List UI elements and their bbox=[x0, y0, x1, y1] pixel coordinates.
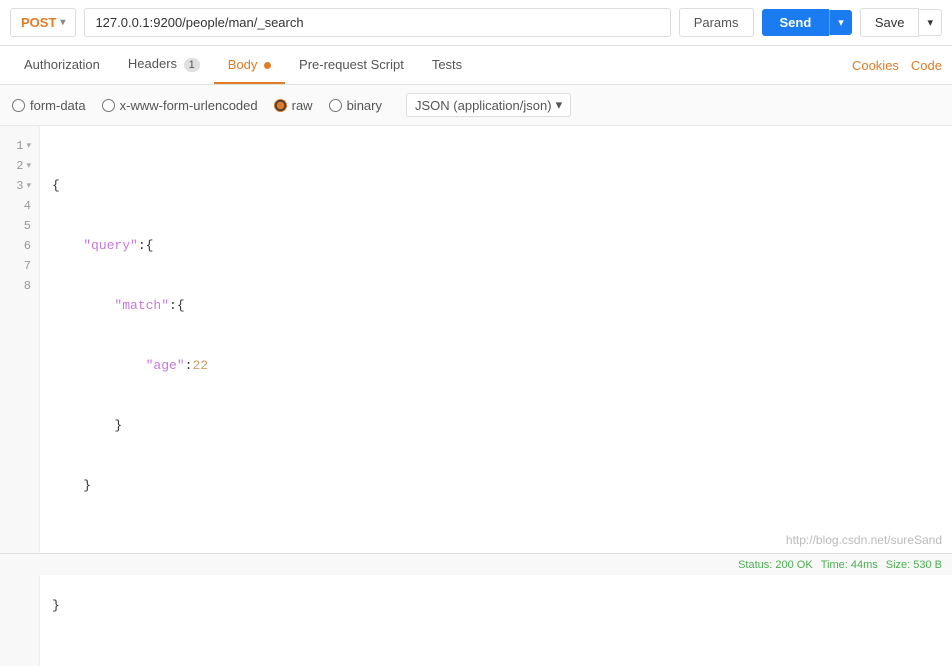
fold-arrow-1[interactable]: ▾ bbox=[26, 141, 31, 151]
headers-badge: 1 bbox=[184, 58, 200, 72]
tab-tests-label: Tests bbox=[432, 57, 462, 72]
raw-radio[interactable] bbox=[274, 99, 287, 112]
tab-authorization-label: Authorization bbox=[24, 57, 100, 72]
code-line-6: } bbox=[52, 476, 940, 496]
code-line-2: "query":{ bbox=[52, 236, 940, 256]
status-size: Size: 530 B bbox=[886, 559, 942, 571]
urlencoded-label: x-www-form-urlencoded bbox=[120, 98, 258, 113]
send-dropdown-button[interactable]: ▾ bbox=[829, 10, 852, 35]
tab-headers[interactable]: Headers 1 bbox=[114, 46, 214, 84]
tab-headers-label: Headers bbox=[128, 56, 177, 71]
method-chevron-icon: ▾ bbox=[60, 17, 65, 28]
line-num-5: 5 bbox=[0, 216, 39, 236]
binary-radio[interactable] bbox=[329, 99, 342, 112]
line-num-6: 6 bbox=[0, 236, 39, 256]
line-num-1: 1 ▾ bbox=[0, 136, 39, 156]
tab-prerequest[interactable]: Pre-request Script bbox=[285, 47, 418, 84]
line-num-2: 2 ▾ bbox=[0, 156, 39, 176]
params-button[interactable]: Params bbox=[679, 8, 754, 37]
status-bar: Status: 200 OK Time: 44ms Size: 530 B bbox=[0, 553, 952, 575]
code-line-5: } bbox=[52, 416, 940, 436]
status-right: Status: 200 OK Time: 44ms Size: 530 B bbox=[738, 559, 942, 571]
form-data-option[interactable]: form-data bbox=[12, 98, 86, 113]
cookies-link[interactable]: Cookies bbox=[852, 58, 899, 73]
raw-label: raw bbox=[292, 98, 313, 113]
line-numbers: 1 ▾ 2 ▾ 3 ▾ 4 5 6 7 8 bbox=[0, 126, 40, 666]
save-dropdown-button[interactable]: ▾ bbox=[919, 9, 942, 36]
line-num-7: 7 bbox=[0, 256, 39, 276]
tabs-right: Cookies Code bbox=[852, 58, 942, 73]
code-content[interactable]: { "query":{ "match":{ "age":22 } } } bbox=[40, 126, 952, 666]
method-label: POST bbox=[21, 15, 56, 30]
watermark: http://blog.csdn.net/sureSand bbox=[786, 533, 942, 547]
send-group: Send ▾ bbox=[762, 9, 852, 36]
save-button[interactable]: Save bbox=[860, 8, 920, 37]
line-num-8: 8 bbox=[0, 276, 39, 296]
form-data-radio[interactable] bbox=[12, 99, 25, 112]
tab-tests[interactable]: Tests bbox=[418, 47, 476, 84]
tab-authorization[interactable]: Authorization bbox=[10, 47, 114, 84]
form-data-label: form-data bbox=[30, 98, 86, 113]
fold-arrow-2[interactable]: ▾ bbox=[26, 161, 31, 171]
code-line-8: } bbox=[52, 596, 940, 616]
code-line-4: "age":22 bbox=[52, 356, 940, 376]
code-line-3: "match":{ bbox=[52, 296, 940, 316]
binary-option[interactable]: binary bbox=[329, 98, 382, 113]
binary-label: binary bbox=[347, 98, 382, 113]
send-button[interactable]: Send bbox=[762, 9, 830, 36]
body-options: form-data x-www-form-urlencoded raw bina… bbox=[0, 85, 952, 126]
status-ok: Status: 200 OK bbox=[738, 559, 813, 571]
tab-body-label: Body bbox=[228, 57, 258, 72]
tab-prerequest-label: Pre-request Script bbox=[299, 57, 404, 72]
save-group: Save ▾ bbox=[860, 8, 942, 37]
urlencoded-radio[interactable] bbox=[102, 99, 115, 112]
editor-area: 1 ▾ 2 ▾ 3 ▾ 4 5 6 7 8 { "query":{ "match… bbox=[0, 126, 952, 666]
urlencoded-option[interactable]: x-www-form-urlencoded bbox=[102, 98, 258, 113]
code-line-1: { bbox=[52, 176, 940, 196]
top-bar: POST ▾ Params Send ▾ Save ▾ bbox=[0, 0, 952, 46]
tab-body[interactable]: Body bbox=[214, 47, 285, 84]
code-link[interactable]: Code bbox=[911, 58, 942, 73]
json-format-label: JSON (application/json) bbox=[415, 98, 552, 113]
body-active-dot bbox=[264, 62, 271, 69]
raw-option[interactable]: raw bbox=[274, 98, 313, 113]
json-format-dropdown[interactable]: JSON (application/json) ▾ bbox=[406, 93, 571, 117]
fold-arrow-3[interactable]: ▾ bbox=[26, 181, 31, 191]
line-num-4: 4 bbox=[0, 196, 39, 216]
url-input[interactable] bbox=[84, 8, 670, 37]
tabs-row: Authorization Headers 1 Body Pre-request… bbox=[0, 46, 952, 85]
line-num-3: 3 ▾ bbox=[0, 176, 39, 196]
json-format-chevron-icon: ▾ bbox=[556, 97, 563, 113]
method-dropdown[interactable]: POST ▾ bbox=[10, 8, 76, 37]
status-time: Time: 44ms bbox=[821, 559, 878, 571]
